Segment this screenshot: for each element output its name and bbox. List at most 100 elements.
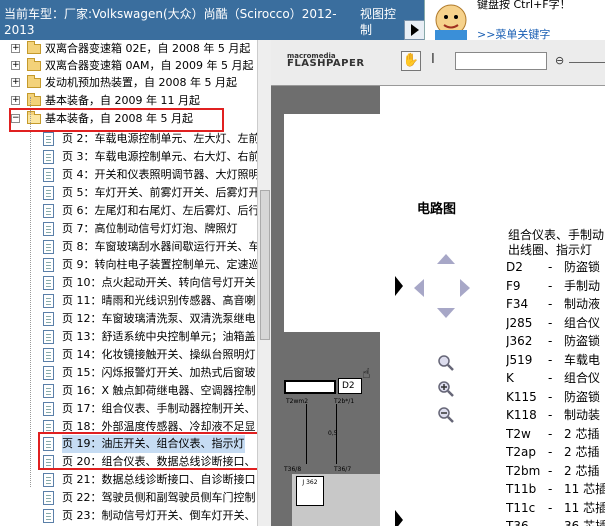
legend-code: T36: [506, 519, 529, 526]
legend-code: T2ap: [506, 445, 536, 459]
tree-page-item[interactable]: 页 13：舒适系统中央控制单元；油箱盖: [0, 328, 257, 346]
tree-page-item[interactable]: 页 14：化妆镜接触开关、操纵台照明灯: [0, 346, 257, 364]
pan-down-icon[interactable]: [437, 308, 455, 318]
expand-icon[interactable]: +: [11, 96, 20, 105]
tree-page-item[interactable]: 页 4：开关和仪表照明调节器、大灯照明: [0, 166, 257, 184]
pan-up-icon[interactable]: [437, 254, 455, 264]
tree-page-label: 页 11：晴雨和光线识别传感器、高音喇: [62, 294, 256, 307]
play-arrow-button[interactable]: [404, 20, 426, 40]
magnify-icon[interactable]: [437, 354, 455, 372]
legend-dash: -: [548, 426, 553, 441]
legend-heading-line: 组合仪表、手制动: [508, 228, 605, 242]
schematic-j362-box: J 362: [296, 476, 324, 506]
legend-code: F34: [506, 297, 529, 311]
flashpaper-logo: macromedia FLASHPAPER: [287, 52, 365, 69]
hand-tool-icon[interactable]: ✋: [401, 51, 421, 71]
document-icon: [43, 473, 54, 487]
tree-page-item[interactable]: 页 5：车灯开关、前雾灯开关、后雾灯开: [0, 184, 257, 202]
legend-row: T2w -2 芯插: [506, 425, 605, 444]
diagram-title: 电路图: [417, 202, 457, 217]
legend-code: D2: [506, 260, 523, 274]
previous-page-marker[interactable]: [395, 276, 403, 296]
tree-page-label: 页 6：左尾灯和右尾灯、左后雾灯、后行: [62, 204, 257, 217]
legend-text: 防盗锁: [564, 260, 601, 274]
legend-dash: -: [548, 408, 553, 422]
legend-code: J519: [506, 352, 533, 367]
legend-row: T36 - 36 芯插: [506, 517, 605, 526]
tree-page-label: 页 5：车灯开关、前雾灯开关、后雾灯开: [62, 186, 257, 199]
expand-icon[interactable]: +: [11, 61, 20, 70]
tree-page-item[interactable]: 页 23：制动信号灯开关、倒车灯开关、: [0, 507, 257, 525]
legend-text: 2 芯插: [564, 463, 600, 478]
tree-page-item[interactable]: 页 3：车载电源控制单元、右大灯、右前: [0, 148, 257, 166]
tree-page-item[interactable]: 页 16：X 触点卸荷继电器、空调器控制: [0, 382, 257, 400]
legend-code: J362: [506, 334, 533, 348]
document-icon: [43, 168, 54, 182]
tree-page-item[interactable]: 页 9：转向柱电子装置控制单元、定速巡: [0, 256, 257, 274]
zoom-out-icon[interactable]: ⊖: [555, 54, 564, 67]
next-page-marker[interactable]: [395, 510, 403, 526]
document-icon: [43, 222, 54, 236]
legend-row: J519- 车载电: [506, 351, 605, 370]
scrollbar-thumb[interactable]: [260, 190, 270, 340]
tree-folder[interactable]: + 双离合器变速箱 0AM，自 2009 年 5 月起: [0, 57, 257, 75]
tree-page-item[interactable]: 页 8：车窗玻璃刮水器间歇运行开关、车: [0, 238, 257, 256]
schematic-d2-box: D2: [338, 378, 362, 394]
document-icon: [43, 204, 54, 218]
text-select-icon[interactable]: I: [431, 52, 435, 67]
tree-page-item[interactable]: 页 21：数据总线诊断接口、自诊断接口: [0, 471, 257, 489]
legend-code: K115: [506, 389, 537, 404]
legend-text: 手制动: [564, 278, 601, 293]
legend-row: T11c -11 芯插: [506, 499, 605, 518]
tree-folder[interactable]: + 双离合器变速箱 02E，自 2008 年 5 月起: [0, 40, 257, 58]
help-hint-text: 键盘按 Ctrl+F字！: [477, 0, 571, 11]
tree-page-item[interactable]: 页 22：驾驶员侧和副驾驶员侧车门控制: [0, 489, 257, 507]
schematic-label: T36/7: [334, 466, 352, 473]
tree-page-item[interactable]: 页 10：点火起动开关、转向信号灯开关: [0, 274, 257, 292]
expand-icon[interactable]: +: [11, 78, 20, 87]
document-icon: [43, 240, 54, 254]
legend-dash: -: [548, 463, 553, 478]
legend-row: F34 - 制动液: [506, 295, 605, 314]
tree-connector-line: [30, 97, 31, 487]
legend-code: J285: [506, 315, 533, 330]
pan-right-icon[interactable]: [460, 279, 470, 297]
folder-icon: [27, 58, 41, 71]
pan-left-icon[interactable]: [414, 279, 424, 297]
tree-page-item[interactable]: 页 2：车载电源控制单元、左大灯、左前: [0, 130, 257, 148]
document-icon: [43, 330, 54, 344]
tree-page-item[interactable]: 页 15：闪烁报警灯开关、加热式后窗玻: [0, 364, 257, 382]
expand-icon[interactable]: +: [11, 44, 20, 53]
legend-text: 车载电: [564, 352, 601, 367]
tree-page-label: 页 13：舒适系统中央控制单元；油箱盖: [62, 330, 256, 343]
tree-page-item[interactable]: 页 6：左尾灯和右尾灯、左后雾灯、后行: [0, 202, 257, 220]
tree-folder[interactable]: + 发动机预加热装置，自 2008 年 5 月起: [0, 74, 257, 92]
zoom-out-icon[interactable]: [437, 406, 455, 424]
legend-row: K118- 制动装: [506, 406, 605, 425]
document-icon: [43, 366, 54, 380]
tree-page-item[interactable]: 页 7：高位制动信号灯灯泡、牌照灯: [0, 220, 257, 238]
tree-page-item[interactable]: 页 11：晴雨和光线识别传感器、高音喇: [0, 292, 257, 310]
page-search-input[interactable]: [455, 52, 547, 70]
tree-page-label: 页 16：X 触点卸荷继电器、空调器控制: [62, 384, 256, 397]
tree-page-label: 页 2：车载电源控制单元、左大灯、左前: [62, 132, 257, 145]
document-icon: [43, 384, 54, 398]
legend-code: K118: [506, 408, 537, 422]
tree-folder-label: 发动机预加热装置，自 2008 年 5 月起: [45, 76, 237, 89]
legend-row: J285- 组合仪: [506, 314, 605, 333]
schematic-wire: [306, 404, 307, 464]
legend-row: T2bm -2 芯插: [506, 462, 605, 481]
highlight-box-folder: [9, 108, 224, 132]
legend-dash: -: [548, 389, 553, 404]
tree-page-item[interactable]: 页 17：组合仪表、手制动器控制开关、: [0, 400, 257, 418]
tree-folder-label: 双离合器变速箱 02E，自 2008 年 5 月起: [45, 42, 251, 55]
schematic-label: T36/8: [284, 466, 302, 473]
header-bar: 当前车型：厂家:Volkswagen(大众）尚酷（Scirocco）2012-2…: [0, 0, 605, 41]
tree-scrollbar[interactable]: [257, 40, 271, 526]
tree-page-label: 页 21：数据总线诊断接口、自诊断接口: [62, 473, 256, 486]
zoom-in-icon[interactable]: [437, 380, 455, 398]
tree-page-item[interactable]: 页 12：车窗玻璃清洗泵、双清洗泵继电: [0, 310, 257, 328]
view-control-label[interactable]: 视图控制: [360, 6, 400, 38]
zoom-slider[interactable]: [569, 62, 605, 63]
tree-page-label: 页 4：开关和仪表照明调节器、大灯照明: [62, 168, 257, 181]
